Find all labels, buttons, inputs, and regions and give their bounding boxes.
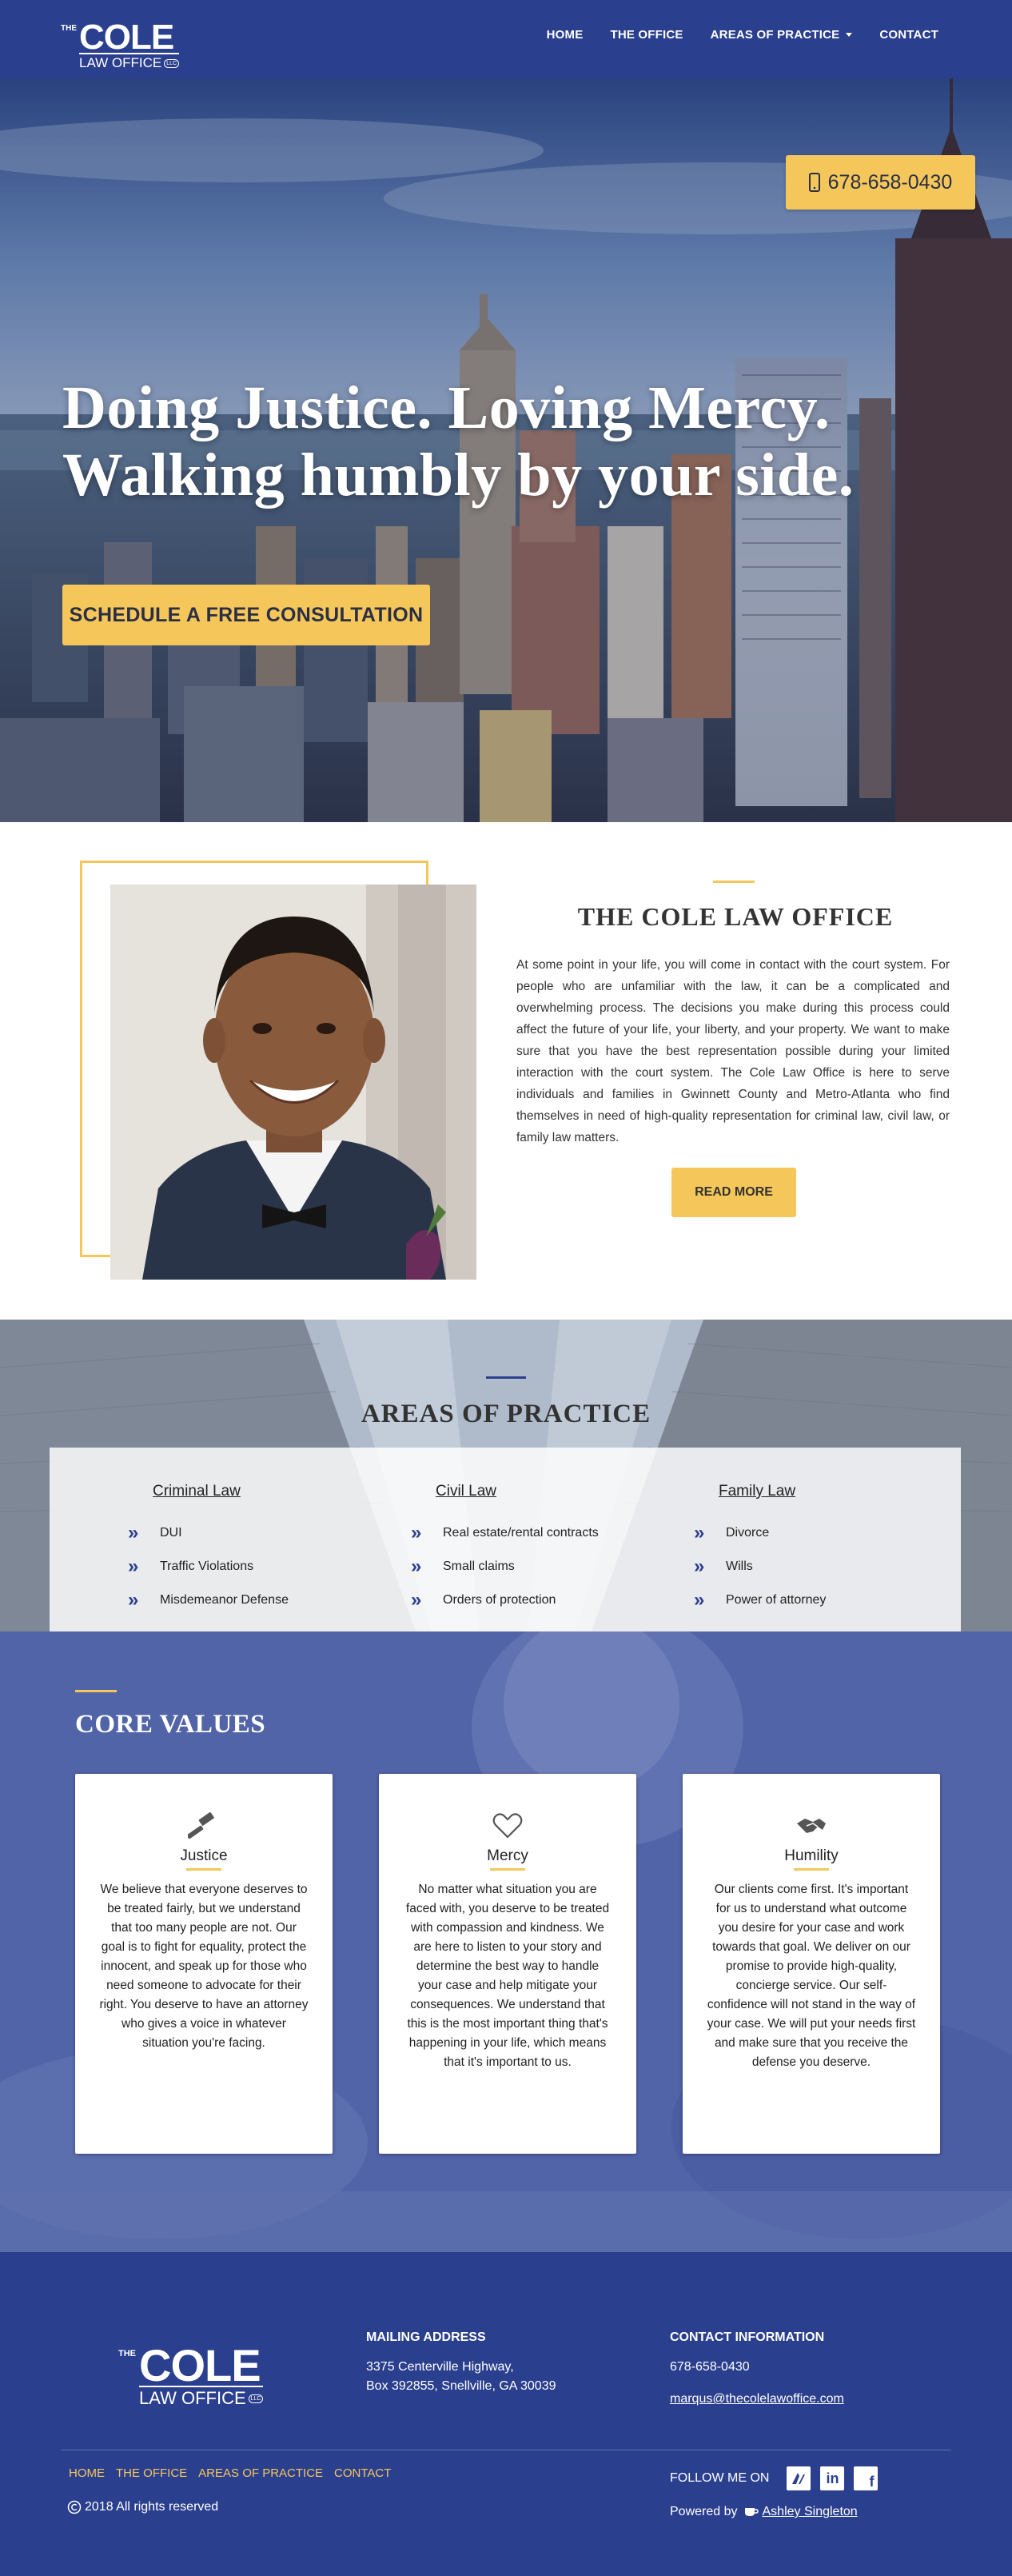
facebook-icon[interactable]: f: [854, 2466, 879, 2490]
footer-nav: HOME THE OFFICE AREAS OF PRACTICE CONTAC…: [69, 2466, 391, 2480]
logo-law-office: LAW OFFICE LLC: [139, 2385, 264, 2407]
powered-by-link[interactable]: Ashley Singleton: [744, 2505, 858, 2519]
gavel-icon: [186, 1811, 214, 1839]
value-text: We believe that everyone deserves to be …: [99, 1883, 309, 2050]
footer-link-areas-of-practice[interactable]: AREAS OF PRACTICE: [198, 2466, 323, 2480]
about-section: THE COLE LAW OFFICE At some point in you…: [0, 822, 1012, 1320]
main-menu: HOME THE OFFICE AREAS OF PRACTICE CONTAC…: [547, 28, 938, 42]
list-item: » Divorce: [694, 1522, 770, 1544]
schedule-consultation-button[interactable]: SCHEDULE A FREE CONSULTATION: [62, 585, 430, 645]
value-text: Our clients come first. It's important f…: [707, 1883, 916, 2069]
double-chevron-right-icon: »: [411, 1522, 422, 1544]
practice-title: AREAS OF PRACTICE: [361, 1400, 651, 1428]
powered-by: Powered by Ashley Singleton: [670, 2505, 858, 2519]
value-card-justice: Justice We believe that everyone deserve…: [75, 1774, 333, 2154]
footer-link-the-office[interactable]: THE OFFICE: [116, 2466, 187, 2480]
footer-logo[interactable]: THE COLE LAW OFFICE LLC: [118, 2343, 264, 2407]
list-item: » DUI: [128, 1522, 182, 1544]
list-item: » Misdemeanor Defense: [128, 1589, 289, 1611]
logo-the: THE: [118, 2349, 136, 2358]
double-chevron-right-icon: »: [128, 1556, 139, 1577]
about-title: THE COLE LAW OFFICE: [577, 902, 894, 931]
linkedin-icon[interactable]: in: [820, 2466, 845, 2490]
list-item: » Traffic Violations: [128, 1556, 254, 1577]
phone-number: 678-658-0430: [827, 170, 953, 194]
read-more-button[interactable]: READ MORE: [671, 1168, 796, 1217]
logo-cole: COLE: [79, 18, 174, 57]
copyright: 2018 All rights reserved: [67, 2500, 218, 2514]
copyright-icon: [67, 2500, 82, 2514]
value-title: Humility: [784, 1847, 839, 1864]
top-navbar: THE COLE LAW OFFICE LLC HOME THE OFFICE A…: [0, 0, 1012, 78]
practice-heading-civil[interactable]: Civil Law: [436, 1483, 599, 1500]
practice-heading-criminal[interactable]: Criminal Law: [153, 1483, 289, 1500]
value-title: Justice: [180, 1847, 228, 1864]
about-accent-bar: [713, 881, 755, 883]
values-title: CORE VALUES: [75, 1710, 266, 1739]
heart-icon: [492, 1813, 523, 1839]
mailing-address-heading: MAILING ADDRESS: [366, 2330, 486, 2344]
footer-link-home[interactable]: HOME: [69, 2466, 105, 2480]
site-footer: THE COLE LAW OFFICE LLC MAILING ADDRESS 3…: [0, 2252, 1012, 2576]
list-item: » Orders of protection: [411, 1589, 556, 1611]
practice-heading-family[interactable]: Family Law: [719, 1483, 826, 1500]
hero-headline: Doing Justice. Loving Mercy. Walking hum…: [62, 374, 854, 509]
handshake-icon: [797, 1819, 826, 1833]
list-item: » Wills: [694, 1556, 753, 1577]
nav-areas-of-practice[interactable]: AREAS OF PRACTICE: [711, 28, 853, 42]
phone-icon: [808, 173, 820, 192]
footer-phone-link[interactable]: 678-658-0430: [670, 2358, 750, 2377]
hero-headline-line1: Doing Justice. Loving Mercy.: [62, 374, 831, 441]
nav-home[interactable]: HOME: [547, 28, 584, 42]
double-chevron-right-icon: »: [694, 1522, 705, 1544]
logo-the: THE: [61, 24, 77, 33]
chevron-down-icon: [846, 33, 853, 37]
value-card-mercy: Mercy No matter what situation you are f…: [379, 1774, 636, 2154]
practice-accent-bar: [486, 1376, 526, 1379]
phone-button[interactable]: 678-658-0430: [786, 155, 975, 210]
avvo-icon[interactable]: [787, 2466, 811, 2490]
contact-info-heading: CONTACT INFORMATION: [670, 2330, 825, 2344]
practice-section: AREAS OF PRACTICE Criminal Law » DUI » Tra…: [0, 1320, 1012, 1631]
coffee-cup-icon: [744, 2508, 759, 2516]
double-chevron-right-icon: »: [694, 1589, 705, 1611]
social-links: FOLLOW ME ON in f: [670, 2466, 879, 2490]
practice-column-criminal: Criminal Law » DUI » Traffic Violations » M…: [128, 1483, 289, 1617]
double-chevron-right-icon: »: [411, 1589, 422, 1611]
hero-section: 678-658-0430 Doing Justice. Loving Mercy…: [0, 78, 1012, 822]
logo-law-office: LAW OFFICE LLC: [79, 53, 180, 70]
hero-headline-line2: Walking humbly by your side.: [62, 441, 855, 509]
about-body: At some point in your life, you will com…: [516, 958, 950, 1144]
site-logo[interactable]: THE COLE LAW OFFICE LLC: [61, 20, 180, 70]
value-text: No matter what situation you are faced w…: [405, 1883, 610, 2069]
nav-the-office[interactable]: THE OFFICE: [610, 28, 683, 42]
footer-email-link[interactable]: marqus@thecolelawoffice.com: [670, 2390, 844, 2409]
value-title: Mercy: [487, 1847, 528, 1864]
double-chevron-right-icon: »: [128, 1522, 139, 1544]
list-item: » Real estate/rental contracts: [411, 1522, 599, 1544]
footer-link-contact[interactable]: CONTACT: [334, 2466, 391, 2480]
value-card-humility: Humility Our clients come first. It's im…: [683, 1774, 940, 2154]
practice-panel: Criminal Law » DUI » Traffic Violations » M…: [50, 1448, 961, 1631]
list-item: » Small claims: [411, 1556, 515, 1577]
practice-column-civil: Civil Law » Real estate/rental contracts …: [411, 1483, 599, 1617]
double-chevron-right-icon: »: [694, 1556, 705, 1577]
mailing-address: 3375 Centerville Highway, Box 392855, Sne…: [366, 2360, 556, 2393]
double-chevron-right-icon: »: [128, 1589, 139, 1611]
double-chevron-right-icon: »: [411, 1556, 422, 1577]
core-values-section: CORE VALUES Justice We believe that ever…: [0, 1631, 1012, 2252]
follow-label: FOLLOW ME ON: [670, 2471, 770, 2485]
attorney-portrait: [110, 885, 476, 1280]
logo-cole: COLE: [139, 2340, 261, 2390]
nav-contact[interactable]: CONTACT: [879, 28, 938, 42]
values-accent-bar: [75, 1690, 117, 1692]
practice-column-family: Family Law » Divorce » Wills » Power of att…: [694, 1483, 826, 1617]
list-item: » Power of attorney: [694, 1589, 827, 1611]
